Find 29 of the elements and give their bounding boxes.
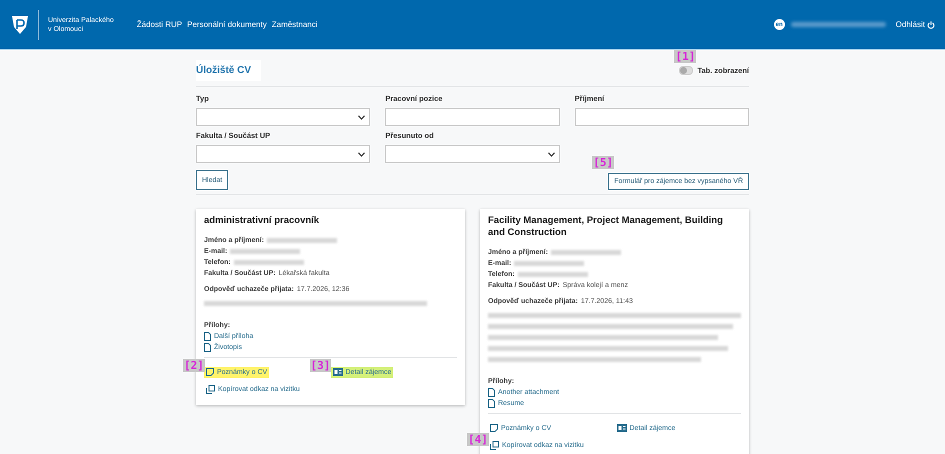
power-icon [927, 20, 935, 28]
toggle-switch[interactable] [679, 66, 694, 74]
annotation-marker: [4] [467, 433, 489, 446]
logout-link[interactable]: Odhlásit [896, 20, 935, 29]
note-icon [490, 424, 498, 432]
chevron-icon [548, 152, 555, 156]
annotation-marker: [2] [183, 359, 205, 372]
chevron-icon [358, 152, 366, 156]
chevron-icon [358, 114, 366, 120]
input-field[interactable] [385, 108, 560, 126]
page-title: Úložiště CV [196, 60, 262, 80]
nav-link[interactable]: Personální dokumenty [187, 20, 267, 29]
id-card-icon [332, 368, 342, 376]
copy-icon [206, 385, 215, 394]
id-card-icon [616, 424, 626, 432]
select-field[interactable] [385, 145, 560, 163]
nav-link[interactable]: Žádosti RUP [136, 20, 182, 29]
nav-link[interactable]: Zaměstnanci [272, 20, 318, 29]
select-field[interactable] [196, 108, 370, 126]
annotation-marker: [5] [592, 156, 614, 169]
annotation-marker: [1] [674, 50, 696, 62]
shield-logo-icon [11, 14, 29, 34]
annotation-marker: [3] [310, 359, 332, 372]
note-icon [206, 368, 214, 376]
input-field[interactable] [574, 108, 749, 126]
card-title: Facility Management, Project Management, Building and Construction [488, 215, 724, 239]
copy-icon [490, 441, 499, 450]
card-title: administrativní pracovník [204, 215, 320, 227]
select-field[interactable] [196, 145, 370, 163]
